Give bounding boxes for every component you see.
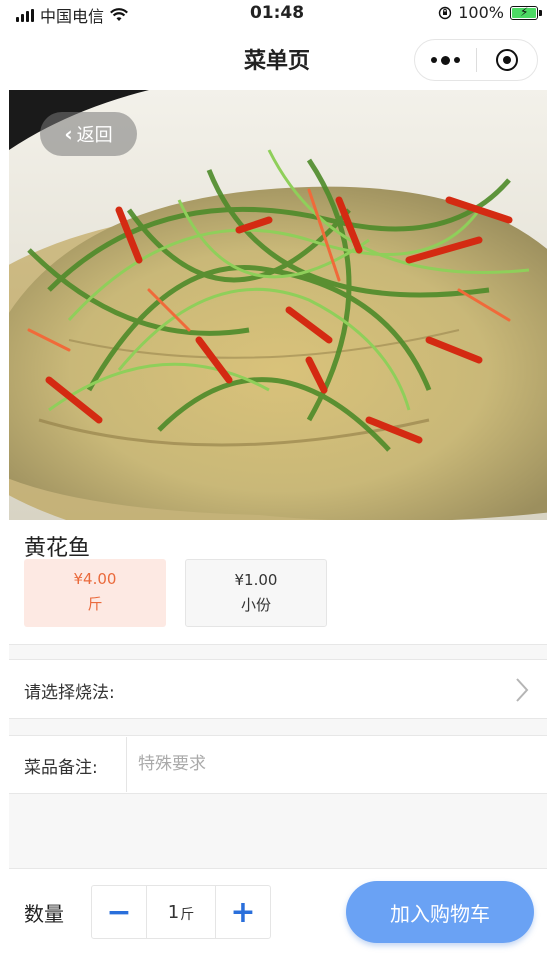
battery-percent: 100% (458, 3, 504, 22)
chevron-right-icon (514, 676, 530, 711)
status-right: 100% ⚡ (438, 3, 542, 22)
status-bar: 中国电信 01:48 100% ⚡ (0, 0, 554, 28)
quantity-number: 1 (167, 901, 180, 923)
divider (9, 868, 547, 869)
quantity-label: 数量 (24, 902, 64, 926)
spec-price: ¥1.00 (234, 571, 278, 589)
note-separator (126, 737, 127, 792)
spec-unit: 斤 (87, 595, 103, 613)
section-gap (9, 645, 547, 659)
back-label: 返回 (76, 125, 113, 146)
nav-bar: 菜单页 (0, 28, 554, 90)
cooking-method-label: 请选择烧法: (24, 683, 115, 703)
note-label: 菜品备注: (24, 758, 98, 778)
spec-option-jin[interactable]: ¥4.00 斤 (24, 559, 166, 627)
increment-button[interactable]: + (216, 886, 270, 938)
quantity-stepper: − 1 斤 + (91, 885, 271, 939)
empty-band (9, 794, 547, 868)
dish-name: 黄花鱼 (24, 536, 91, 561)
divider (9, 735, 547, 736)
spec-unit: 小份 (240, 596, 271, 614)
spec-price: ¥4.00 (73, 570, 117, 588)
miniprogram-capsule (414, 39, 538, 81)
quantity-value: 1 斤 (146, 886, 216, 938)
section-gap (9, 719, 547, 735)
more-icon[interactable] (415, 55, 476, 65)
orientation-lock-icon (439, 6, 452, 19)
close-target-icon[interactable] (477, 49, 538, 71)
quantity-unit: 斤 (180, 907, 195, 923)
battery-icon: ⚡ (510, 5, 542, 20)
divider (9, 659, 547, 660)
back-button[interactable]: ‹ 返回 (40, 112, 137, 156)
decrement-button[interactable]: − (92, 886, 146, 938)
spec-option-small[interactable]: ¥1.00 小份 (185, 559, 327, 627)
add-to-cart-button[interactable]: 加入购物车 (346, 881, 534, 943)
note-input[interactable] (138, 748, 528, 780)
chevron-left-icon: ‹ (64, 122, 73, 146)
